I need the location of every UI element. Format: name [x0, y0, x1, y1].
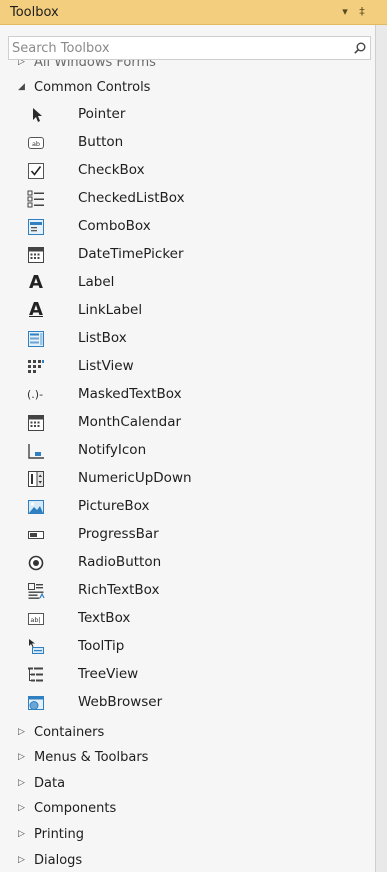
category-menus-toolbars[interactable]: ▷ Menus & Toolbars [0, 746, 374, 768]
maskedtextbox-icon: (.)- [27, 386, 51, 404]
collapsed-arrow-icon: ▷ [18, 803, 25, 813]
radiobutton-icon [27, 554, 45, 572]
toolbox-title-bar: Toolbox ▾ ‡ [0, 0, 387, 25]
search-icon[interactable] [350, 37, 370, 59]
toolbox-item-webbrowser[interactable]: WebBrowser [0, 689, 374, 717]
category-all-windows-forms[interactable]: ▷ All Windows Forms [0, 60, 374, 73]
textbox-icon: ab| [27, 610, 45, 628]
masked-glyph: (.)- [27, 388, 44, 401]
category-common-controls[interactable]: ◢ Common Controls [0, 76, 374, 98]
picturebox-icon [27, 498, 45, 516]
button-icon: ab [27, 134, 45, 152]
toolbox-item-combobox[interactable]: ComboBox [0, 213, 374, 241]
toolbox-item-richtextbox[interactable]: RichTextBox [0, 577, 374, 605]
toolbox-item-textbox[interactable]: ab| TextBox [0, 605, 374, 633]
expanded-arrow-icon: ◢ [18, 82, 25, 92]
linklabel-glyph: A [29, 299, 43, 320]
linklabel-icon: A [27, 299, 45, 320]
toolbox-item-radiobutton[interactable]: RadioButton [0, 549, 374, 577]
toolbox-item-linklabel[interactable]: A LinkLabel [0, 297, 374, 325]
datetimepicker-icon [27, 246, 45, 264]
toolbox-item-listview[interactable]: ListView [0, 353, 374, 381]
search-input[interactable] [9, 37, 350, 59]
toolbox-item-numericupdown[interactable]: NumericUpDown [0, 465, 374, 493]
pin-icon[interactable]: ‡ [355, 4, 369, 20]
toolbox-item-pointer[interactable]: Pointer [0, 101, 374, 129]
svg-text:ab|: ab| [30, 616, 40, 624]
toolbox-item-checkedlistbox[interactable]: CheckedListBox [0, 185, 374, 213]
toolbox-panel: Toolbox ▾ ‡ ▷ All Windows Forms ◢ Common… [0, 0, 387, 872]
toolbox-item-monthcalendar[interactable]: MonthCalendar [0, 409, 374, 437]
category-components[interactable]: ▷ Components [0, 797, 374, 819]
checkbox-icon [27, 162, 45, 180]
webbrowser-icon [27, 694, 45, 712]
toolbox-item-treeview[interactable]: TreeView [0, 661, 374, 689]
window-position-dropdown-icon[interactable]: ▾ [338, 4, 352, 20]
search-toolbox-box[interactable] [8, 36, 371, 60]
toolbox-item-tooltip[interactable]: ToolTip [0, 633, 374, 661]
monthcalendar-icon [27, 414, 45, 432]
svg-text:ab: ab [32, 140, 40, 148]
richtextbox-icon [27, 582, 45, 600]
collapsed-arrow-icon: ▷ [18, 855, 25, 865]
notifyicon-icon [27, 442, 45, 460]
treeview-icon [27, 666, 45, 684]
toolbox-item-datetimepicker[interactable]: DateTimePicker [0, 241, 374, 269]
toolbox-item-progressbar[interactable]: ProgressBar [0, 521, 374, 549]
collapsed-arrow-icon: ▷ [18, 778, 25, 788]
toolbox-item-checkbox[interactable]: CheckBox [0, 157, 374, 185]
toolbox-item-button[interactable]: ab Button [0, 129, 374, 157]
toolbox-item-listbox[interactable]: ListBox [0, 325, 374, 353]
pointer-icon [27, 106, 45, 124]
collapsed-arrow-icon: ▷ [18, 60, 25, 67]
category-data[interactable]: ▷ Data [0, 772, 374, 794]
toolbox-item-notifyicon[interactable]: NotifyIcon [0, 437, 374, 465]
listview-icon [27, 358, 45, 376]
toolbox-item-label[interactable]: A Label [0, 269, 374, 297]
toolbox-title: Toolbox [10, 4, 59, 20]
collapsed-arrow-icon: ▷ [18, 752, 25, 762]
progressbar-icon [27, 526, 45, 544]
panel-right-edge [375, 25, 387, 872]
toolbox-item-picturebox[interactable]: PictureBox [0, 493, 374, 521]
collapsed-arrow-icon: ▷ [18, 727, 25, 737]
label-icon: A [27, 274, 45, 292]
category-dialogs[interactable]: ▷ Dialogs [0, 849, 374, 871]
collapsed-arrow-icon: ▷ [18, 829, 25, 839]
combobox-icon [27, 218, 45, 236]
toolbox-item-maskedtextbox[interactable]: (.)- MaskedTextBox [0, 381, 374, 409]
listbox-icon [27, 330, 45, 348]
checkedlistbox-icon [27, 190, 45, 208]
category-containers[interactable]: ▷ Containers [0, 721, 374, 743]
tooltip-icon [27, 638, 45, 656]
toolbox-tree: ▷ All Windows Forms ◢ Common Controls Po… [0, 60, 374, 872]
label-glyph: A [29, 272, 43, 293]
numericupdown-icon [27, 470, 45, 488]
category-printing[interactable]: ▷ Printing [0, 823, 374, 845]
